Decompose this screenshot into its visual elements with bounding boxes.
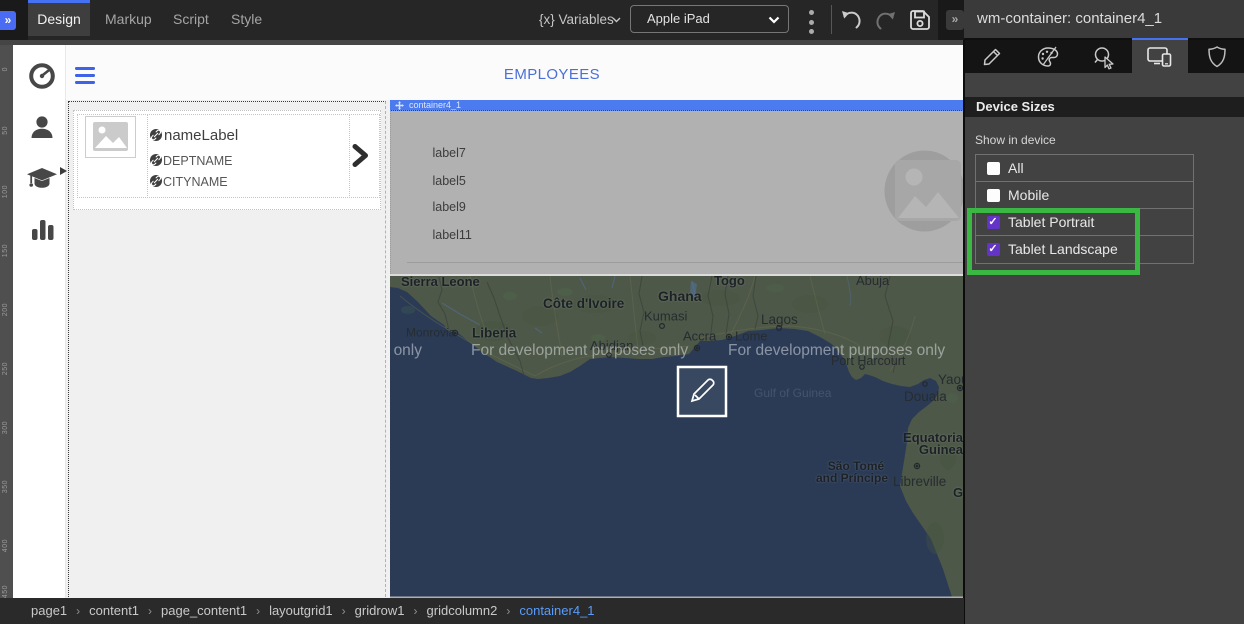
svg-text:Ga: Ga [953, 485, 963, 500]
svg-text:Monrovia: Monrovia [406, 326, 456, 340]
svg-text:and Príncipe: and Príncipe [816, 471, 888, 485]
svg-text:Kumasi: Kumasi [644, 309, 687, 324]
svg-text:Guinea: Guinea [919, 442, 963, 457]
svg-text:Yaou: Yaou [938, 372, 963, 387]
svg-text:Liberia: Liberia [472, 326, 517, 341]
svg-text:Ghana: Ghana [658, 288, 702, 304]
svg-text:Abuja: Abuja [856, 276, 890, 288]
svg-text:Lagos: Lagos [761, 312, 798, 327]
svg-text:Sierra Leone: Sierra Leone [401, 276, 480, 289]
svg-text:Douala: Douala [904, 389, 947, 404]
svg-text:Togo: Togo [714, 276, 745, 288]
svg-text:only: only [394, 342, 423, 359]
svg-text:Côte d'Ivoire: Côte d'Ivoire [543, 296, 625, 311]
svg-text:Libreville: Libreville [893, 474, 946, 489]
svg-text:Gulf of Guinea: Gulf of Guinea [754, 386, 832, 400]
svg-text:For development purposes only: For development purposes only [471, 342, 688, 359]
svg-text:For development purposes only: For development purposes only [728, 342, 945, 359]
